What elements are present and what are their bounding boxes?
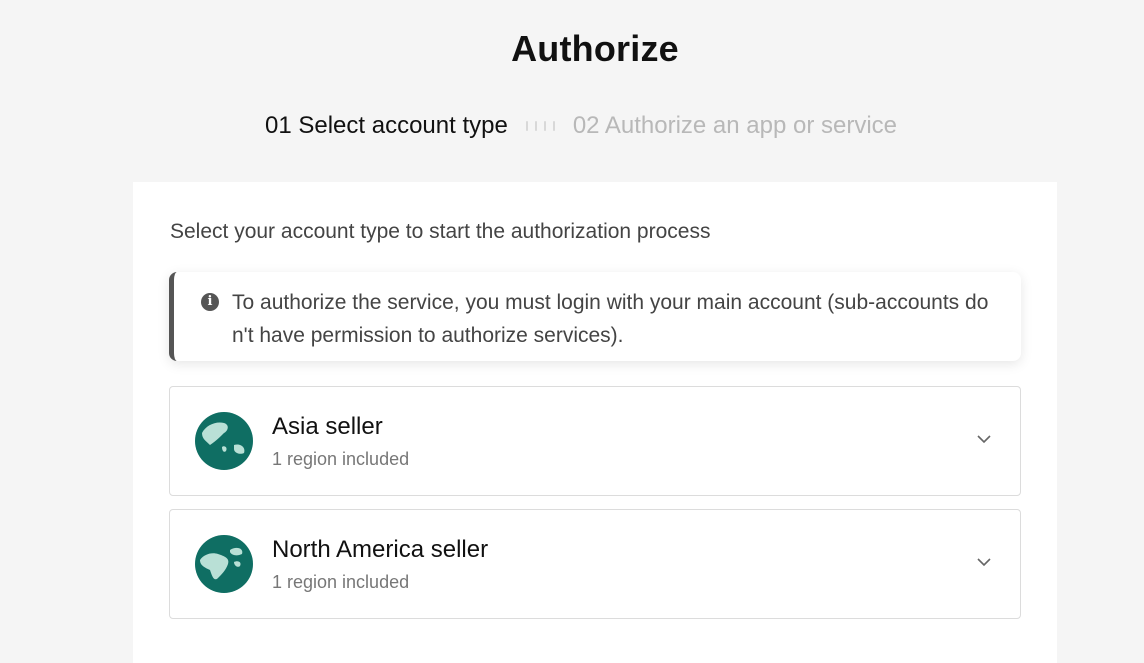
chevron-down-icon[interactable] [976,556,992,568]
step-2-label: 02 Authorize an app or service [572,112,898,139]
account-name: Asia seller [272,413,383,440]
notice-text: To authorize the service, you must login… [232,291,989,347]
page-title: Authorize [511,28,679,69]
account-region-count: 1 region included [272,572,410,592]
step-connector [525,121,555,131]
account-name: North America seller [272,536,489,563]
account-region-count: 1 region included [272,449,410,469]
step-1-label: 01 Select account type [265,112,508,139]
asia-globe-icon [195,412,253,470]
north-america-globe-icon [195,535,253,593]
account-type-card: Select your account type to start the au… [133,182,1057,663]
card-intro-text: Select your account type to start the au… [170,220,711,243]
account-option-asia-seller[interactable]: Asia seller 1 region included [169,386,1021,496]
info-icon: i [201,293,219,311]
chevron-down-icon[interactable] [976,433,992,445]
account-option-north-america-seller[interactable]: North America seller 1 region included [169,509,1021,619]
info-notice: i To authorize the service, you must log… [169,272,1021,361]
step-indicator: 01 Select account type 02 Authorize an a… [265,112,897,140]
